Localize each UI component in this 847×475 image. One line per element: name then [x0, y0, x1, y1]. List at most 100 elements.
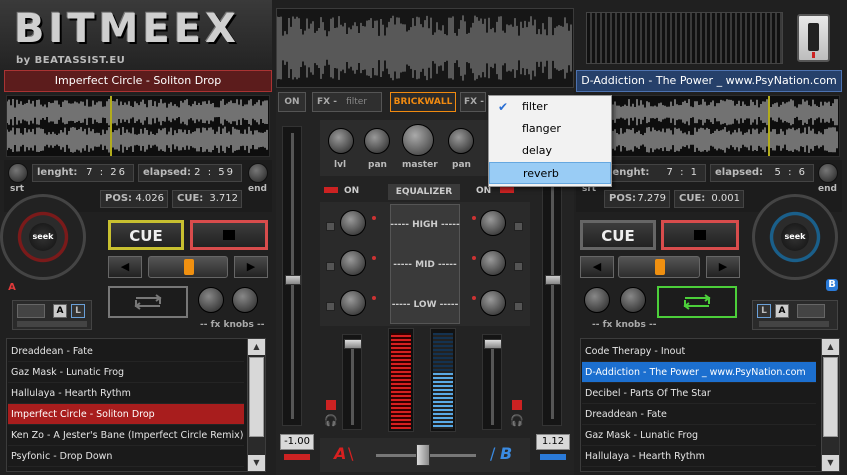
- fx-menu-item[interactable]: reverb: [489, 162, 611, 184]
- deck-b-seek-label: seek: [781, 223, 809, 251]
- deck-a-volume-cap[interactable]: [344, 339, 362, 349]
- eq-b-low-knob[interactable]: [480, 290, 506, 316]
- master-knob[interactable]: [402, 124, 434, 156]
- power-switch[interactable]: [797, 14, 830, 62]
- deck-b-jog-wheel[interactable]: seek: [752, 194, 838, 280]
- deck-b-fx-knob-1[interactable]: [584, 287, 610, 313]
- deck-a-playlist-scrollbar[interactable]: ▲ ▼: [247, 339, 265, 471]
- deck-a-scroll-thumb[interactable]: [249, 357, 264, 437]
- deck-b-playlist-scrollbar[interactable]: ▲ ▼: [821, 339, 839, 471]
- deck-b-cue-button[interactable]: CUE: [580, 220, 656, 250]
- fx-menu-item[interactable]: ✔ filter: [489, 96, 611, 118]
- deck-b-playlist-item[interactable]: Hallulaya - Hearth Rythm: [582, 446, 816, 467]
- eq-b-high-kill[interactable]: [514, 222, 523, 231]
- deck-b-fx-knob-2[interactable]: [620, 287, 646, 313]
- scroll-up-icon[interactable]: ▲: [248, 339, 265, 355]
- deck-a-playlist-item[interactable]: Imperfect Circle - Soliton Drop: [8, 404, 244, 425]
- deck-b-mini-slider[interactable]: [759, 321, 829, 327]
- eq-a-mid-knob[interactable]: [340, 250, 366, 276]
- deck-a-waveform[interactable]: [6, 95, 270, 157]
- eq-b-high-knob[interactable]: [480, 210, 506, 236]
- pan-left-knob[interactable]: [364, 128, 390, 154]
- deck-b-folder-button[interactable]: [797, 304, 825, 318]
- arrow-left-icon: ◀: [120, 260, 130, 273]
- deck-a-playlist-item[interactable]: Hallulaya - Hearth Rythm: [8, 383, 244, 404]
- deck-a-headphone-icon[interactable]: 🎧: [324, 414, 338, 427]
- eq-b-mid-kill[interactable]: [514, 262, 523, 271]
- deck-a-end-knob[interactable]: [248, 163, 268, 183]
- deck-a-cue-led[interactable]: [326, 400, 336, 410]
- deck-a-pitch-up-button[interactable]: ▶: [234, 256, 268, 278]
- eq-b-mid-knob[interactable]: [480, 250, 506, 276]
- deck-a-ab-selector: A L: [12, 300, 92, 330]
- deck-b-scroll-thumb[interactable]: [823, 357, 838, 437]
- deck-a-folder-button[interactable]: [17, 304, 45, 318]
- eq-a-mid-kill[interactable]: [326, 262, 335, 271]
- deck-a-cue-button[interactable]: CUE: [108, 220, 184, 250]
- deck-b-pitch-indicator[interactable]: [655, 259, 665, 275]
- deck-a-playlist-item[interactable]: Psyfonic - Drop Down: [8, 446, 244, 467]
- deck-b-playlist-item[interactable]: D-Addiction - The Power _ www.PsyNation.…: [582, 362, 816, 383]
- deck-b-headphone-icon[interactable]: 🎧: [510, 414, 524, 427]
- deck-b-playlist-item[interactable]: Code Therapy - Inout: [582, 341, 816, 362]
- deck-a-fx-knob-2[interactable]: [232, 287, 258, 313]
- deck-a-fx-knob-1[interactable]: [198, 287, 224, 313]
- deck-a-pitch-fader[interactable]: [282, 126, 302, 426]
- deck-b-pitch-down-button[interactable]: ◀: [580, 256, 614, 278]
- deck-b-waveform[interactable]: [578, 95, 840, 157]
- deck-b-ab-selector: L A: [752, 300, 838, 330]
- fx-left-on-button[interactable]: ON: [278, 92, 306, 112]
- deck-b-play-button[interactable]: [661, 220, 739, 250]
- deck-b-elapsed: elapsed: 5 : 6: [710, 164, 814, 182]
- pan-right-knob[interactable]: [448, 128, 474, 154]
- deck-b-assign-a[interactable]: A: [775, 304, 789, 318]
- eq-a-high-knob[interactable]: [340, 210, 366, 236]
- deck-b-loop-button[interactable]: [657, 286, 737, 318]
- arrow-right-icon: ▶: [718, 260, 728, 273]
- deck-a-loop-button[interactable]: [108, 286, 188, 318]
- deck-a-mini-slider[interactable]: [17, 321, 87, 327]
- deck-a-playlist-item[interactable]: Gaz Mask - Lunatic Frog: [8, 362, 244, 383]
- deck-b-playlist-item[interactable]: Dreaddean - Fate: [582, 404, 816, 425]
- scroll-down-icon[interactable]: ▼: [822, 455, 839, 471]
- fx-menu-item[interactable]: flanger: [489, 118, 611, 140]
- deck-a-assign-l[interactable]: L: [71, 304, 85, 318]
- deck-b-assign-l[interactable]: L: [757, 304, 771, 318]
- eq-b-low-kill[interactable]: [514, 302, 523, 311]
- fx-right-select[interactable]: FX -: [460, 92, 486, 112]
- eq-high-label: ----- HIGH -----: [390, 220, 460, 230]
- deck-b-volume-fader[interactable]: [482, 334, 502, 430]
- eq-a-low-knob[interactable]: [340, 290, 366, 316]
- deck-a-jog-wheel[interactable]: seek: [0, 194, 86, 280]
- fx-menu-item[interactable]: delay: [489, 140, 611, 162]
- deck-a-assign-a[interactable]: A: [53, 304, 67, 318]
- crossfader-a-label: A: [334, 444, 347, 463]
- deck-a-playlist-item[interactable]: Ken Zo - A Jester's Bane (Imperfect Circ…: [8, 425, 244, 446]
- deck-b-end-knob[interactable]: [818, 163, 838, 183]
- deck-b-pitch-bend[interactable]: [618, 256, 700, 278]
- deck-a-volume-fader[interactable]: [342, 334, 362, 430]
- crossfader-cap[interactable]: [416, 444, 430, 466]
- brickwall-button[interactable]: BRICKWALL: [390, 92, 456, 112]
- deck-b-volume-cap[interactable]: [484, 339, 502, 349]
- deck-a-pitch-down-button[interactable]: ◀: [108, 256, 142, 278]
- eq-a-high-kill[interactable]: [326, 222, 335, 231]
- deck-b-pitch-up-button[interactable]: ▶: [706, 256, 740, 278]
- deck-a-pitch-fader-cap[interactable]: [285, 275, 301, 285]
- eq-a-low-kill[interactable]: [326, 302, 335, 311]
- deck-b-pitch-fader-cap[interactable]: [545, 275, 561, 285]
- deck-a-pitch-bend[interactable]: [148, 256, 228, 278]
- deck-a-pitch-indicator[interactable]: [184, 259, 194, 275]
- deck-a-playlist-item[interactable]: Dreaddean - Fate: [8, 341, 244, 362]
- scroll-down-icon[interactable]: ▼: [248, 455, 265, 471]
- scroll-up-icon[interactable]: ▲: [822, 339, 839, 355]
- lvl-knob[interactable]: [328, 128, 354, 154]
- fx-left-select[interactable]: FX - filter: [312, 92, 382, 112]
- deck-a-play-button[interactable]: [190, 220, 268, 250]
- deck-b-playlist-item[interactable]: Gaz Mask - Lunatic Frog: [582, 425, 816, 446]
- deck-b-playlist-item[interactable]: Decibel - Parts Of The Star: [582, 383, 816, 404]
- loop-icon: [683, 294, 711, 310]
- eq-a-on-label: ON: [344, 186, 360, 196]
- deck-a-start-knob[interactable]: [8, 163, 28, 183]
- deck-b-cue-led[interactable]: [512, 400, 522, 410]
